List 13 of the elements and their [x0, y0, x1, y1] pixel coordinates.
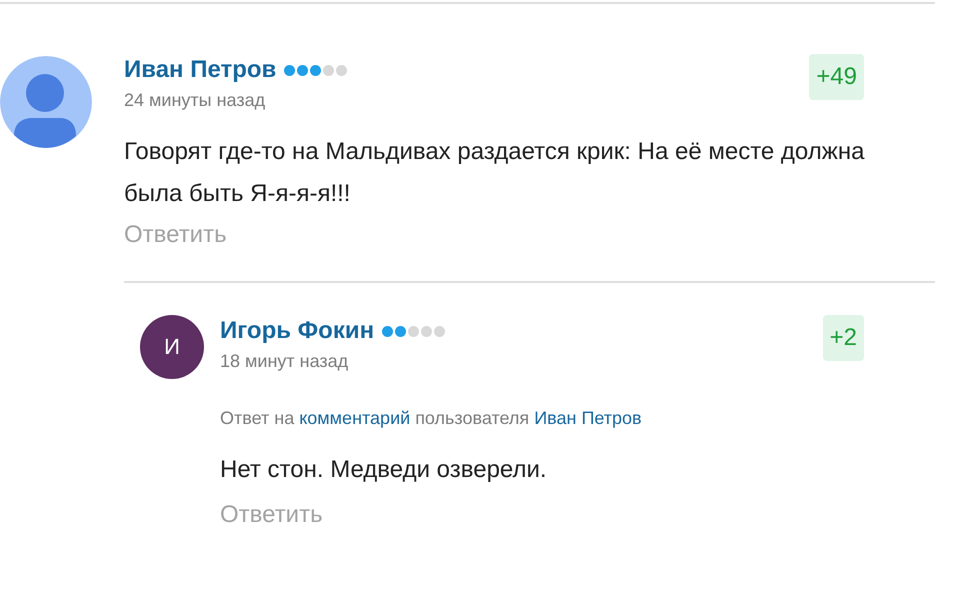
- comment-text: Нет стон. Медведи озверели.: [220, 455, 548, 485]
- author-name[interactable]: Иван Петров: [124, 56, 276, 84]
- comment-time: 24 минуты назад: [124, 90, 266, 111]
- comment-time: 18 минут назад: [220, 351, 350, 372]
- user-link[interactable]: Иван Петров: [534, 408, 642, 428]
- score-badge: +2: [822, 315, 864, 361]
- score-badge: +49: [809, 54, 864, 100]
- author-name[interactable]: Игорь Фокин: [220, 317, 374, 345]
- comment-link[interactable]: комментарий: [299, 408, 410, 428]
- avatar: И: [140, 315, 204, 379]
- comment-text: Говорят где-то на Мальдивах раздается крик: На её месте должна была быть Я-я-я-я!!!: [124, 137, 866, 209]
- avatar-icon: [0, 56, 92, 148]
- reply-to-note: Ответ на комментарий пользователя Иван Петров: [220, 408, 643, 429]
